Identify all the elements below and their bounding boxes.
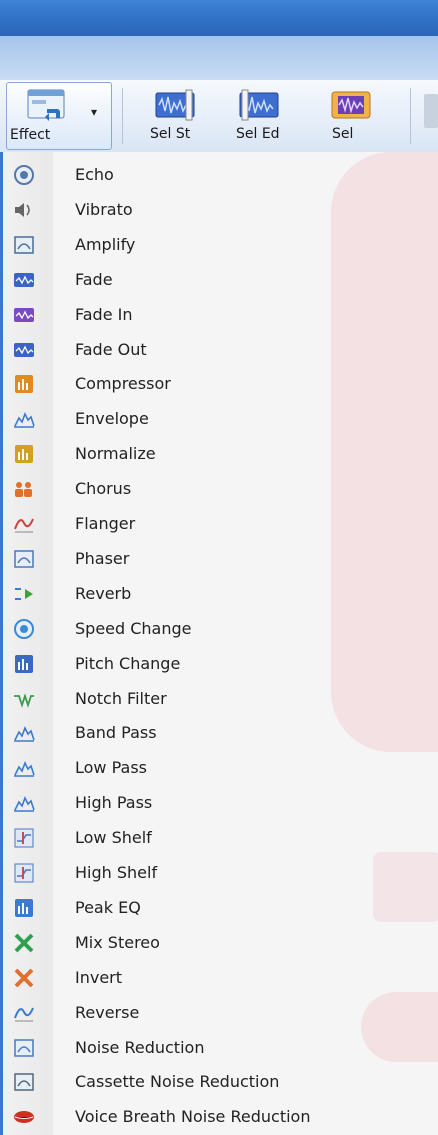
- menu-item-low-pass[interactable]: Low Pass: [3, 751, 438, 785]
- select-start-icon: [155, 89, 195, 121]
- menu-item-label: Voice Breath Noise Reduction: [75, 1107, 311, 1127]
- menu-item-label: Envelope: [75, 409, 149, 429]
- menu-item-label: Normalize: [75, 444, 156, 464]
- select-button[interactable]: Sel: [318, 82, 388, 148]
- effect-menu: Echo Vibrato Amplify Fade Fade In Fade Out Com…: [0, 152, 438, 1135]
- menu-item-label: Cassette Noise Reduction: [75, 1072, 280, 1092]
- menu-item-invert[interactable]: Invert: [3, 961, 438, 995]
- reverse-icon: [14, 1007, 34, 1022]
- watermark: [373, 852, 438, 922]
- normalize-icon: [15, 445, 33, 464]
- menu-item-low-shelf[interactable]: Low Shelf: [3, 821, 438, 855]
- menu-item-label: Invert: [75, 967, 123, 987]
- menu-item-label: Phaser: [75, 548, 130, 568]
- compressor-icon: [15, 375, 33, 394]
- select-end-button[interactable]: Sel Ed: [226, 82, 296, 148]
- menu-item-cassette-noise-reduction[interactable]: Cassette Noise Reduction: [3, 1065, 438, 1099]
- menu-item-label: Echo: [75, 165, 114, 184]
- select-start-label: Sel St: [150, 126, 191, 142]
- menu-item-high-pass[interactable]: High Pass: [3, 786, 438, 820]
- menu-item-label: Compressor: [75, 374, 171, 394]
- menu-item-voice-breath-noise-reduction[interactable]: Voice Breath Noise Reduction: [3, 1100, 438, 1134]
- peak-eq-icon: [15, 898, 33, 917]
- chevron-down-icon[interactable]: ▾: [91, 105, 97, 119]
- menu-item-label: Reverb: [75, 583, 132, 603]
- phaser-icon: [14, 550, 34, 568]
- menu-item-label: Band Pass: [75, 723, 157, 743]
- fade-in-icon: [14, 307, 34, 322]
- chorus-icon: [15, 482, 32, 498]
- mix-stereo-icon: [14, 933, 34, 953]
- menu-item-label: Speed Change: [75, 618, 192, 638]
- fade-icon: [14, 272, 34, 287]
- high-pass-icon: [14, 796, 35, 812]
- select-end-icon: [239, 89, 279, 121]
- invert-icon: [14, 968, 34, 988]
- echo-icon: [14, 165, 34, 185]
- menu-item-label: Fade: [75, 269, 113, 289]
- flanger-icon: [14, 518, 34, 533]
- low-pass-icon: [14, 761, 35, 778]
- cassette-noise-reduction-icon: [14, 1073, 34, 1092]
- band-pass-icon: [14, 726, 35, 743]
- toolbar: ▾ Effect Sel St Sel Ed Sel: [0, 80, 438, 153]
- menu-item-label: Flanger: [75, 514, 136, 533]
- toolbar-separator: [410, 88, 411, 144]
- menu-item-label: Amplify: [75, 234, 136, 254]
- watermark: [361, 992, 438, 1062]
- select-icon: [331, 91, 371, 119]
- window-title-bar: [0, 0, 438, 36]
- menu-item-label: High Shelf: [75, 863, 158, 882]
- envelope-icon: [14, 412, 35, 429]
- select-end-label: Sel Ed: [236, 126, 280, 142]
- noise-reduction-icon: [14, 1038, 34, 1057]
- pitch-change-icon: [15, 654, 33, 673]
- effect-window-icon: [27, 89, 65, 121]
- menu-item-label: Peak EQ: [75, 897, 141, 917]
- menu-item-label: Pitch Change: [75, 653, 181, 673]
- reverb-icon: [15, 587, 33, 600]
- effect-dropdown-button[interactable]: ▾ Effect: [6, 82, 112, 150]
- menu-item-label: Fade In: [75, 304, 133, 324]
- menu-item-label: Reverse: [75, 1002, 140, 1022]
- menu-item-label: High Pass: [75, 793, 153, 813]
- low-shelf-icon: [14, 828, 34, 848]
- select-start-button[interactable]: Sel St: [142, 82, 212, 148]
- menu-item-label: Low Shelf: [75, 828, 152, 848]
- high-shelf-icon: [14, 863, 34, 883]
- speed-change-icon: [14, 618, 34, 639]
- voice-breath-noise-reduction-icon: [14, 1111, 34, 1124]
- amplify-icon: [14, 236, 34, 254]
- menu-item-label: Noise Reduction: [75, 1037, 205, 1057]
- menu-item-mix-stereo[interactable]: Mix Stereo: [3, 926, 438, 960]
- watermark: [331, 152, 438, 752]
- menu-item-label: Notch Filter: [75, 688, 167, 708]
- select-label: Sel: [332, 126, 354, 142]
- disabled-button-icon: [424, 94, 438, 128]
- menu-item-label: Mix Stereo: [75, 932, 160, 952]
- effect-label: Effect: [10, 127, 51, 143]
- vibrato-icon: [15, 202, 30, 217]
- window-ribbon-band: [0, 36, 438, 81]
- menu-item-label: Chorus: [75, 479, 132, 499]
- menu-item-label: Vibrato: [75, 199, 133, 219]
- notch-filter-icon: [14, 692, 34, 708]
- fade-out-icon: [14, 342, 34, 357]
- toolbar-separator: [122, 88, 123, 144]
- menu-item-label: Low Pass: [75, 758, 147, 778]
- menu-item-label: Fade Out: [75, 339, 147, 359]
